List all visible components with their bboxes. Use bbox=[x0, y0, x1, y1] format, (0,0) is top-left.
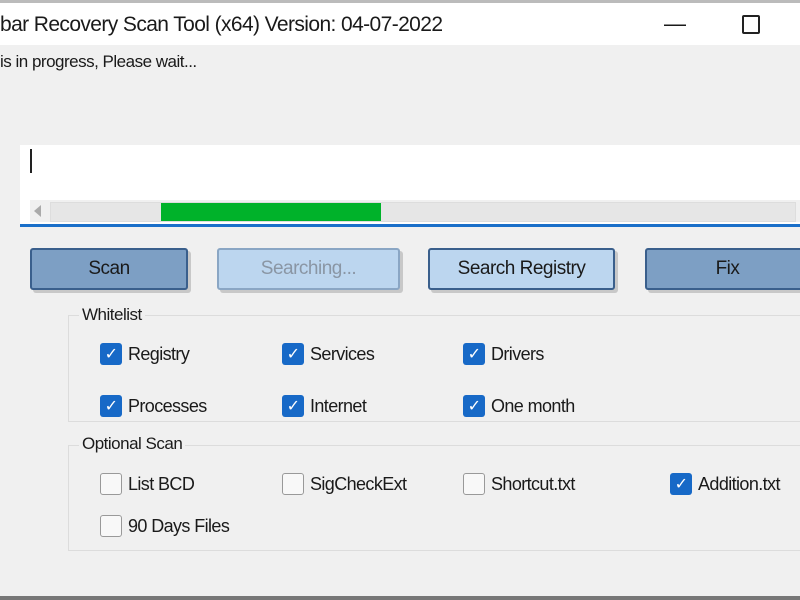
checkbox-label: Addition.txt bbox=[698, 473, 780, 494]
fix-button[interactable]: Fix bbox=[645, 248, 800, 290]
checkbox-label: Internet bbox=[310, 395, 367, 416]
checkbox-label: Processes bbox=[128, 395, 207, 416]
checkbox-drivers[interactable]: ✓ Drivers bbox=[463, 343, 544, 365]
checkmark-icon: ✓ bbox=[100, 343, 122, 365]
title-bar: bar Recovery Scan Tool (x64) Version: 04… bbox=[0, 0, 800, 45]
checkmark-icon: ✓ bbox=[463, 395, 485, 417]
maximize-icon[interactable] bbox=[742, 15, 760, 34]
checkbox-label: SigCheckExt bbox=[310, 473, 407, 494]
checkbox-box bbox=[100, 515, 122, 537]
scan-button[interactable]: Scan bbox=[30, 248, 188, 290]
log-textarea[interactable] bbox=[20, 145, 800, 227]
checkbox-label: Shortcut.txt bbox=[491, 473, 575, 494]
checkbox-shortcut-txt[interactable]: Shortcut.txt bbox=[463, 473, 575, 495]
checkbox-sigcheckext[interactable]: SigCheckExt bbox=[282, 473, 407, 495]
arrow-left-icon bbox=[34, 205, 41, 217]
checkbox-services[interactable]: ✓ Services bbox=[282, 343, 375, 365]
search-registry-button[interactable]: Search Registry bbox=[428, 248, 615, 290]
checkbox-label: Drivers bbox=[491, 343, 544, 364]
text-caret bbox=[30, 149, 32, 173]
progress-marquee bbox=[161, 203, 381, 221]
whitelist-title: Whitelist bbox=[79, 305, 145, 325]
checkbox-box bbox=[282, 473, 304, 495]
minimize-icon[interactable]: — bbox=[660, 11, 690, 39]
checkbox-processes[interactable]: ✓ Processes bbox=[100, 395, 207, 417]
checkbox-box bbox=[463, 473, 485, 495]
checkbox-box bbox=[100, 473, 122, 495]
window-border bbox=[0, 596, 800, 600]
checkbox-label: Registry bbox=[128, 343, 190, 364]
checkbox-internet[interactable]: ✓ Internet bbox=[282, 395, 367, 417]
searching-button[interactable]: Searching... bbox=[217, 248, 400, 290]
window-title: bar Recovery Scan Tool (x64) Version: 04… bbox=[0, 13, 443, 36]
optional-scan-title: Optional Scan bbox=[79, 434, 186, 454]
checkbox-one-month[interactable]: ✓ One month bbox=[463, 395, 575, 417]
checkbox-list-bcd[interactable]: List BCD bbox=[100, 473, 195, 495]
checkbox-label: 90 Days Files bbox=[128, 515, 230, 536]
checkbox-label: List BCD bbox=[128, 473, 195, 494]
checkmark-icon: ✓ bbox=[670, 473, 692, 495]
checkbox-90-days-files[interactable]: 90 Days Files bbox=[100, 515, 230, 537]
progress-bar bbox=[30, 200, 800, 222]
checkbox-registry[interactable]: ✓ Registry bbox=[100, 343, 190, 365]
checkmark-icon: ✓ bbox=[282, 343, 304, 365]
checkmark-icon: ✓ bbox=[463, 343, 485, 365]
checkbox-label: One month bbox=[491, 395, 575, 416]
checkmark-icon: ✓ bbox=[100, 395, 122, 417]
status-text: is in progress, Please wait... bbox=[0, 52, 197, 71]
checkbox-addition-txt[interactable]: ✓ Addition.txt bbox=[670, 473, 780, 495]
checkbox-label: Services bbox=[310, 343, 375, 364]
progress-track bbox=[50, 202, 796, 222]
checkmark-icon: ✓ bbox=[282, 395, 304, 417]
